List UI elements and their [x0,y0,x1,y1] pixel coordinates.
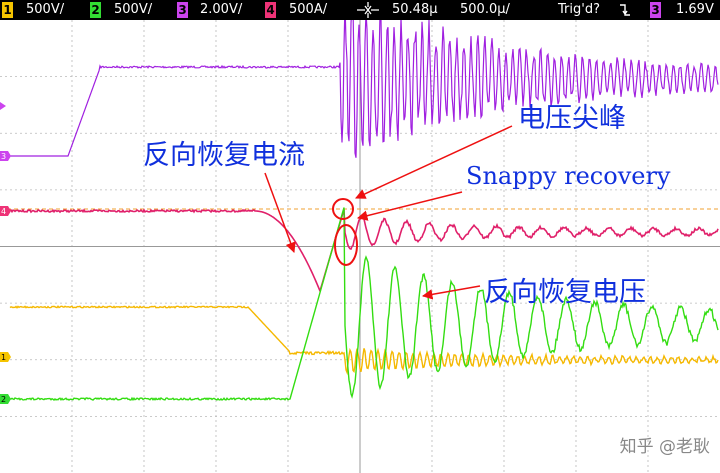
ch2-badge[interactable]: 2 [90,2,101,18]
ch3-ground-marker: 3 [0,151,11,161]
trigger-level-marker [0,102,6,110]
watermark: 知乎 @老耿 [619,437,710,457]
arrow-recovery-voltage [421,285,481,300]
ch3-scale: 2.00V/ [200,2,243,17]
svg-text:3: 3 [1,152,6,161]
ch2-scale: 500V/ [114,2,153,17]
gate-voltage-trace [10,20,719,158]
svg-text:1: 1 [1,353,6,362]
svg-text:4: 4 [1,207,6,216]
trigger-status: Trig'd? [558,2,600,17]
ch1-ground-marker: 1 [0,352,11,362]
trigger-source-badge[interactable]: 3 [650,2,661,18]
ch3-badge[interactable]: 3 [177,2,188,18]
graticule [0,20,720,473]
scope-status-bar: 1 500V/ 2 500V/ 3 2.00V/ 4 500A/ 50.48µ … [0,0,720,20]
ch4-ground-marker: 4 [0,206,11,216]
ch4-badge[interactable]: 4 [265,2,276,18]
trigger-position-icon[interactable] [355,1,381,19]
diode-voltage-trace [9,305,719,376]
trigger-position-icon-svg [357,2,379,18]
ch1-badge[interactable]: 1 [2,2,13,18]
ch2-ground-marker: 2 [0,394,11,404]
svg-text:2: 2 [1,395,6,404]
time-offset: 50.48µ [392,2,438,17]
arrow-snappy-recovery [356,191,463,221]
falling-edge-icon-svg [620,4,630,16]
label-snappy-recovery: Snappy recovery [466,162,671,190]
ch4-scale: 500A/ [289,2,328,17]
label-reverse-recovery-current: 反向恢复电流 [143,140,305,171]
waveform-area: 3 4 1 2 [0,20,720,473]
ch1-scale: 500V/ [26,2,65,17]
arrow-recovery-current [264,172,296,253]
timebase: 500.0µ/ [460,2,510,17]
trigger-level: 1.69V [676,2,714,17]
label-voltage-spike: 电压尖峰 [518,103,626,134]
label-reverse-recovery-voltage: 反向恢复电压 [484,277,646,308]
scope-display: 3 4 1 2 反向恢复电流 电压尖峰 Snappy recovery 反向恢复… [0,20,720,473]
falling-edge-icon[interactable] [618,2,632,18]
